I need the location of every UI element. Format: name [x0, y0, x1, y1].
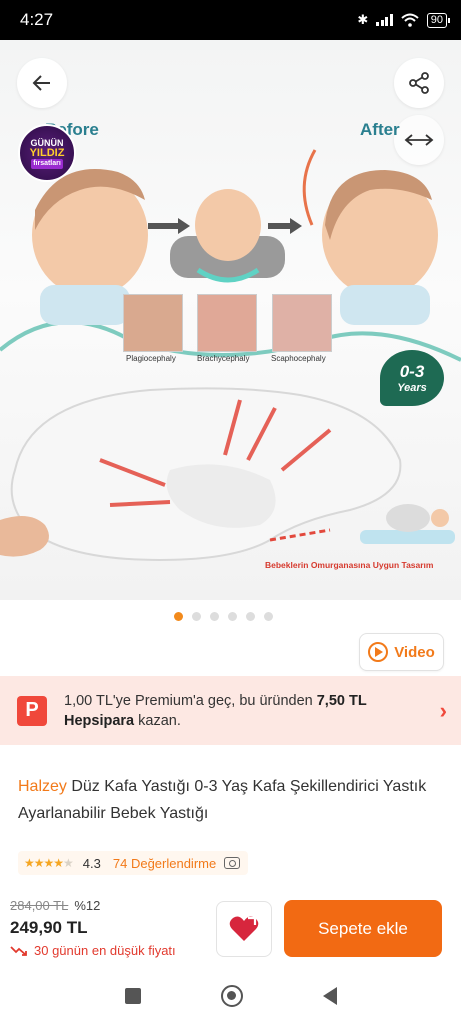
- premium-promo-banner[interactable]: P 1,00 TL'ye Premium'a geç, bu üründen 7…: [0, 676, 461, 745]
- system-navigation-bar: [0, 968, 461, 1024]
- lowest-price-text: 30 günün en düşük fiyatı: [34, 943, 176, 958]
- trend-down-icon: [10, 945, 27, 956]
- arrow-left-icon: [32, 75, 50, 91]
- video-button[interactable]: Video: [359, 633, 444, 671]
- pagination-dot-active[interactable]: [174, 612, 183, 621]
- recent-apps-icon[interactable]: [124, 988, 141, 1004]
- share-icon: [409, 72, 429, 94]
- promo-wallet: Hepsipara: [64, 712, 135, 729]
- product-image-gallery[interactable]: Before After GÜNÜN YILDIZ fırsatları Pla…: [0, 40, 461, 600]
- product-title: Halzey Düz Kafa Yastığı 0-3 Yaş Kafa Şek…: [18, 773, 448, 827]
- back-triangle-icon[interactable]: [322, 987, 337, 1005]
- rating-summary[interactable]: ★★★★★ 4.3 74 Değerlendirme: [18, 851, 249, 875]
- badge-line1: GÜNÜN: [30, 137, 64, 148]
- promo-amount: 7,50 TL: [316, 692, 367, 709]
- pagination-dot[interactable]: [228, 612, 237, 621]
- condition-label: Scaphocephaly: [271, 354, 326, 363]
- home-icon[interactable]: [220, 985, 243, 1007]
- old-price: 284,00 TL: [10, 898, 69, 913]
- status-time: 4:27: [20, 10, 54, 29]
- promo-text: 1,00 TL'ye Premium'a geç, bu üründen 7,5…: [64, 691, 440, 731]
- badge-line3: fırsatları: [31, 158, 63, 169]
- star-rating-icon: ★★★★★: [24, 856, 74, 870]
- rating-score: 4.3: [82, 855, 101, 871]
- pagination-dot[interactable]: [192, 612, 201, 621]
- current-price: 249,90 TL: [10, 918, 88, 937]
- pagination-dot[interactable]: [210, 612, 219, 621]
- promo-text-prefix: 1,00 TL'ye Premium'a geç, bu üründen: [64, 692, 317, 709]
- signal-icon: [376, 14, 393, 26]
- add-to-cart-button[interactable]: Sepete ekle: [284, 900, 442, 957]
- wifi-icon: [401, 13, 419, 27]
- favorite-button[interactable]: [216, 901, 272, 957]
- promo-text-suffix: kazan.: [134, 712, 181, 729]
- age-unit: Years: [397, 382, 427, 394]
- product-name: Düz Kafa Yastığı 0-3 Yaş Kafa Şekillendi…: [18, 778, 427, 822]
- pagination-dot[interactable]: [264, 612, 273, 621]
- condition-label: Plagiocephaly: [126, 354, 176, 363]
- gallery-pagination: [174, 612, 273, 621]
- hepsiburada-premium-logo: P: [17, 695, 47, 726]
- image-caption: Bebeklerin Omurganasına Uygun Tasarım: [265, 560, 434, 570]
- status-icons: ✱ 90: [357, 12, 451, 28]
- age-badge: 0-3 Years: [380, 350, 444, 406]
- age-range: 0-3: [399, 362, 425, 381]
- reviews-link[interactable]: 74 Değerlendirme: [113, 856, 216, 871]
- scaphocephaly-photo: [272, 294, 332, 352]
- video-label: Video: [394, 643, 435, 661]
- brachycephaly-photo: [197, 294, 257, 352]
- expand-image-button[interactable]: [394, 115, 444, 165]
- old-price-row: 284,00 TL %12: [10, 898, 100, 913]
- heart-icon: [229, 916, 259, 941]
- discount-percent: %12: [74, 898, 101, 913]
- chevron-right-icon: ›: [439, 697, 447, 723]
- share-button[interactable]: [394, 58, 444, 108]
- play-icon: [368, 642, 389, 662]
- bluetooth-icon: ✱: [357, 12, 369, 27]
- badge-line2: YILDIZ: [29, 146, 65, 159]
- battery-icon: 90: [426, 12, 451, 28]
- plagiocephaly-photo: [123, 294, 183, 352]
- expand-arrows-icon: [404, 134, 434, 146]
- after-label: After: [360, 120, 400, 139]
- camera-icon: [224, 857, 241, 869]
- condition-label: Brachycephaly: [197, 354, 250, 363]
- status-bar: 4:27 ✱ 90: [0, 0, 461, 40]
- pagination-dot[interactable]: [246, 612, 255, 621]
- gunun-yildiz-badge: GÜNÜN YILDIZ fırsatları: [18, 124, 76, 182]
- brand-link[interactable]: Halzey: [18, 778, 67, 795]
- back-button[interactable]: [17, 58, 67, 108]
- lowest-price-note: 30 günün en düşük fiyatı: [10, 943, 176, 958]
